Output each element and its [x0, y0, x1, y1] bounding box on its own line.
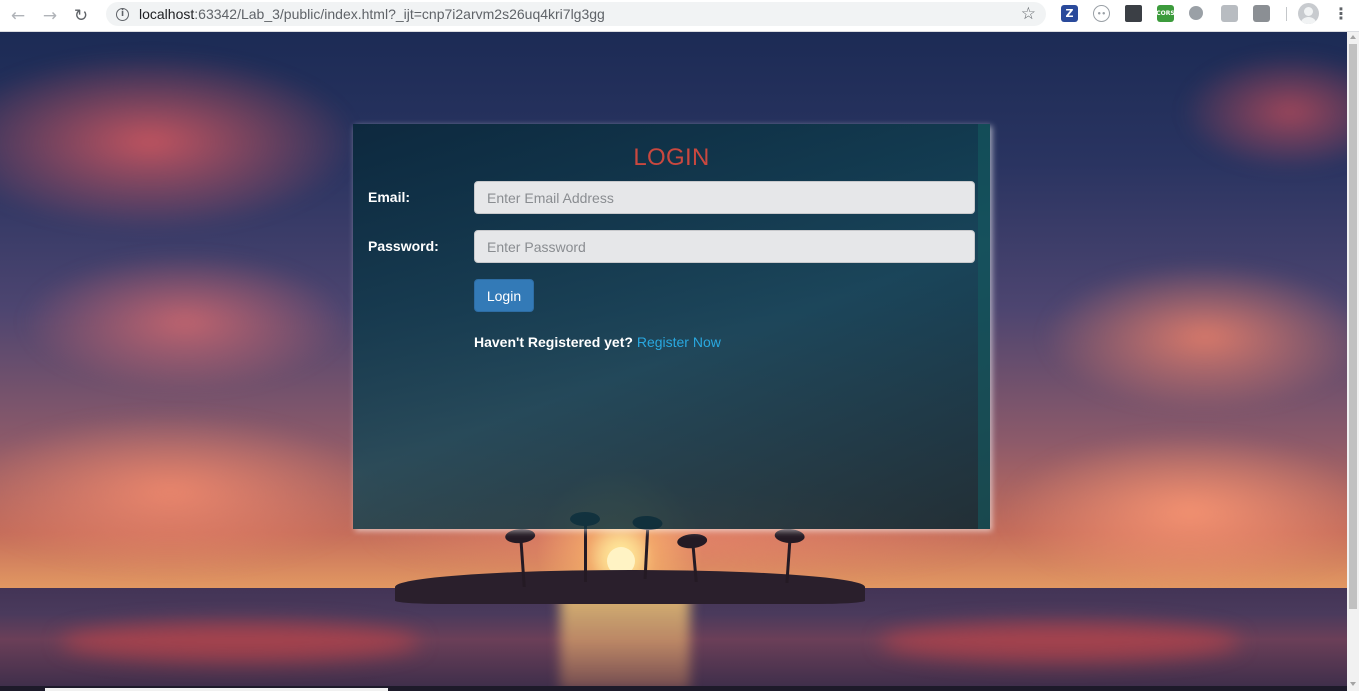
- register-prompt-line: Haven't Registered yet? Register Now: [474, 334, 721, 350]
- extension-circle-icon[interactable]: ••: [1093, 5, 1110, 22]
- reload-icon[interactable]: ↻: [68, 3, 94, 29]
- palm-tree: [570, 512, 600, 582]
- star-icon[interactable]: ☆: [1021, 4, 1036, 24]
- scroll-up-arrow-icon[interactable]: [1350, 35, 1356, 39]
- menu-icon[interactable]: ⋮: [1333, 4, 1349, 24]
- extension-film-icon[interactable]: [1125, 5, 1142, 22]
- background-cloud: [0, 412, 380, 572]
- register-prompt-text: Haven't Registered yet?: [474, 334, 633, 350]
- page-viewport: LOGIN Email: Password: Login Haven't Reg…: [0, 32, 1347, 691]
- address-bar[interactable]: i localhost:63342/Lab_3/public/index.htm…: [106, 2, 1046, 26]
- back-arrow-icon[interactable]: ←: [5, 3, 31, 29]
- login-button[interactable]: Login: [474, 279, 534, 312]
- background-cloud: [1040, 262, 1347, 412]
- info-icon[interactable]: i: [116, 7, 129, 21]
- background-cloud: [0, 52, 360, 232]
- email-input[interactable]: [474, 181, 975, 214]
- background-cloud: [1000, 432, 1347, 592]
- url-host: localhost: [139, 6, 195, 22]
- login-title: LOGIN: [633, 144, 710, 171]
- island: [395, 570, 865, 604]
- sea-reflection: [60, 622, 420, 662]
- extension-z-icon[interactable]: Z: [1061, 5, 1078, 22]
- vertical-scrollbar[interactable]: [1347, 32, 1359, 691]
- login-card: LOGIN Email: Password: Login Haven't Reg…: [353, 124, 990, 529]
- toolbar-divider: [1286, 7, 1287, 21]
- register-now-link[interactable]: Register Now: [637, 334, 721, 350]
- forward-arrow-icon[interactable]: →: [37, 3, 63, 29]
- background-cloud: [1180, 52, 1347, 172]
- url-text[interactable]: localhost:63342/Lab_3/public/index.html?…: [139, 6, 605, 22]
- scrollbar-thumb[interactable]: [1349, 44, 1357, 609]
- email-label: Email:: [368, 189, 411, 205]
- password-label: Password:: [368, 238, 439, 254]
- extension-shirt-icon[interactable]: [1221, 5, 1238, 22]
- extension-gray-icon[interactable]: [1189, 6, 1203, 20]
- horizontal-scrollbar[interactable]: [0, 686, 1347, 691]
- background-cloud: [20, 252, 350, 392]
- url-path: :63342/Lab_3/public/index.html?_ijt=cnp7…: [194, 6, 605, 22]
- extension-cors-icon[interactable]: CORS: [1156, 5, 1175, 22]
- profile-avatar-icon[interactable]: [1298, 3, 1319, 24]
- browser-toolbar: ← → ↻ i localhost:63342/Lab_3/public/ind…: [0, 0, 1359, 32]
- extension-person-icon[interactable]: [1253, 5, 1270, 22]
- sea-reflection: [880, 622, 1240, 662]
- scroll-down-arrow-icon[interactable]: [1350, 682, 1356, 686]
- password-input[interactable]: [474, 230, 975, 263]
